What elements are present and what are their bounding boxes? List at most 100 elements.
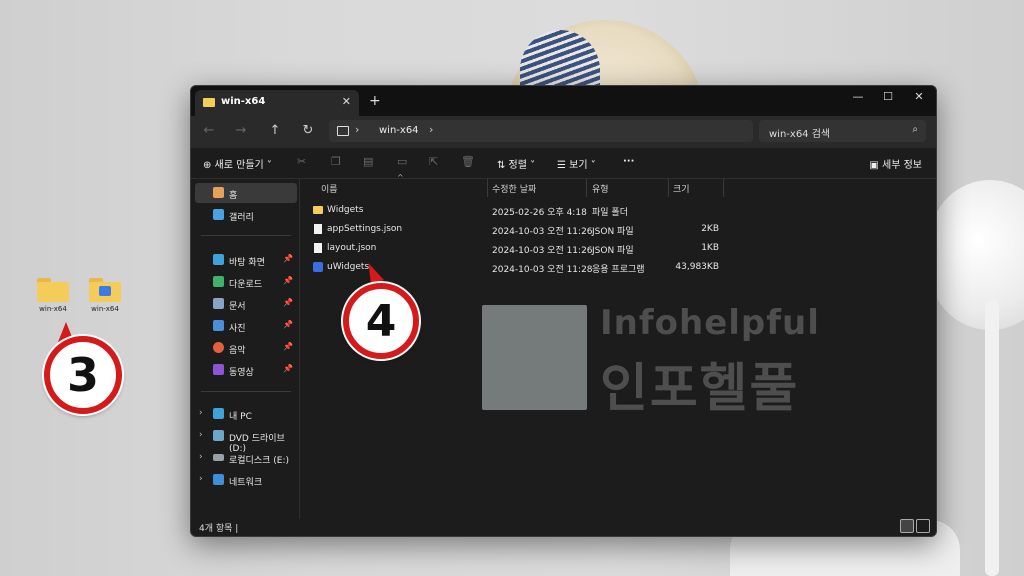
sidebar-item-dvd-drive[interactable]: › DVD 드라이브 (D:) (195, 426, 297, 454)
folder-icon (89, 278, 121, 302)
new-button[interactable]: ⊕ 새로 만들기 ˅ (203, 156, 272, 171)
sidebar-item-label: 사진 (229, 324, 246, 334)
column-header-size[interactable]: 크기 (671, 179, 724, 197)
file-row-layout[interactable]: layout.json 2024-10-03 오전 11:26 JSON 파일 … (301, 239, 935, 257)
step-4-callout: 4 (343, 283, 419, 359)
folder-icon (37, 278, 69, 302)
details-view-button[interactable] (900, 519, 914, 533)
desktop-folder-win-x64[interactable]: win-x64 (28, 278, 78, 313)
cut-icon[interactable]: ✂ (297, 155, 306, 168)
column-header-label: 이름 (321, 185, 338, 195)
breadcrumb-separator: › (429, 123, 434, 136)
file-row-uwidgets[interactable]: uWidgets 2024-10-03 오전 11:28 응용 프로그램 43,… (301, 258, 935, 276)
search-icon: ⌕ (912, 124, 918, 135)
navigation-pane: 홈 갤러리 바탕 화면 📌 다운로드 📌 문서 📌 사진 📌 음악 📌 동영상 … (191, 179, 300, 519)
dvd-drive-icon (213, 430, 224, 441)
address-bar[interactable]: › win-x64 › (329, 120, 753, 142)
new-tab-button[interactable]: + (369, 93, 381, 109)
pin-icon: 📌 (283, 320, 293, 329)
file-name: appSettings.json (327, 224, 403, 234)
minimize-button[interactable]: — (843, 90, 873, 103)
home-icon (213, 187, 224, 198)
column-header-type[interactable]: 유형 (590, 179, 669, 197)
step-3-callout: 3 (44, 336, 122, 414)
sort-button[interactable]: ⇅ 정렬 ˅ (497, 156, 535, 171)
app-icon (313, 262, 323, 272)
sidebar-item-label: 내 PC (229, 412, 252, 422)
copy-icon[interactable]: ❐ (331, 155, 341, 168)
file-size: 2KB (701, 224, 719, 234)
up-button[interactable]: ↑ (265, 123, 285, 138)
file-row-appsettings[interactable]: appSettings.json 2024-10-03 오전 11:26 JSO… (301, 220, 935, 238)
watermark-text-en: Infohelpful (600, 303, 820, 343)
view-button[interactable]: ☰ 보기 ˅ (557, 156, 596, 171)
sidebar-item-this-pc[interactable]: › 내 PC (195, 404, 297, 424)
forward-button[interactable]: → (231, 123, 251, 138)
column-header-date[interactable]: 수정한 날짜 (490, 179, 587, 197)
column-header-label: 유형 (592, 185, 609, 195)
paste-icon[interactable]: ▤ (363, 155, 373, 168)
refresh-button[interactable]: ↻ (298, 123, 318, 138)
share-icon[interactable]: ⇱ (429, 155, 438, 168)
sidebar-item-documents[interactable]: 문서 📌 (195, 294, 297, 314)
desktop-folder-win-x64-2[interactable]: win-x64 (80, 278, 130, 313)
tab-win-x64[interactable]: win-x64 ✕ (195, 90, 359, 116)
folder-icon (313, 206, 323, 214)
breadcrumb-win-x64[interactable]: win-x64 (379, 125, 419, 136)
tab-title: win-x64 (221, 96, 266, 107)
large-icons-view-button[interactable] (916, 519, 930, 533)
file-type: JSON 파일 (592, 227, 634, 237)
status-bar: 4개 항목 | (191, 518, 936, 536)
file-date: 2024-10-03 오전 11:26 (492, 227, 593, 237)
rename-icon[interactable]: ▭ (397, 155, 407, 168)
details-pane-button[interactable]: ▣ 세부 정보 (869, 156, 922, 171)
sidebar-item-local-disk[interactable]: › 로컬디스크 (E:) (195, 448, 297, 468)
file-date: 2024-10-03 오전 11:26 (492, 246, 593, 256)
sidebar-item-home[interactable]: 홈 (195, 183, 297, 203)
documents-icon (213, 298, 224, 309)
pin-icon: 📌 (283, 364, 293, 373)
chevron-right-icon[interactable]: › (199, 474, 203, 484)
sidebar-item-label: 네트워크 (229, 478, 263, 488)
maximize-button[interactable]: ☐ (873, 90, 903, 103)
column-header-name[interactable]: 이름 (321, 179, 488, 197)
back-button[interactable]: ← (199, 123, 219, 138)
pictures-icon (213, 320, 224, 331)
file-type: JSON 파일 (592, 246, 634, 256)
delete-icon[interactable]: 🗑 (461, 155, 475, 168)
background-lamp (930, 180, 1024, 330)
search-input[interactable]: win-x64 검색 ⌕ (759, 120, 926, 142)
column-header-label: 크기 (673, 185, 690, 195)
chevron-right-icon[interactable]: › (199, 452, 203, 462)
videos-icon (213, 364, 224, 375)
sidebar-item-label: 홈 (229, 191, 238, 201)
background-lamp-pole (985, 300, 999, 576)
sidebar-item-label: 바탕 화면 (229, 258, 265, 268)
more-options-button[interactable]: ··· (623, 156, 634, 167)
sidebar-item-gallery[interactable]: 갤러리 (195, 205, 297, 225)
file-date: 2024-10-03 오전 11:28 (492, 265, 593, 275)
command-bar: ⊕ 새로 만들기 ˅ ✂ ❐ ▤ ▭ ⇱ 🗑 ⇅ 정렬 ˅ ☰ 보기 ˅ ···… (191, 148, 936, 179)
file-type: 응용 프로그램 (592, 265, 645, 275)
watermark-logo (482, 305, 587, 410)
sidebar-item-label: 다운로드 (229, 280, 263, 290)
sidebar-item-network[interactable]: › 네트워크 (195, 470, 297, 490)
desktop-icon-label: win-x64 (91, 305, 119, 313)
item-count: 4개 항목 | (199, 524, 239, 534)
file-size: 43,983KB (675, 262, 719, 272)
chevron-right-icon[interactable]: › (199, 430, 203, 440)
sidebar-item-downloads[interactable]: 다운로드 📌 (195, 272, 297, 292)
file-row-widgets[interactable]: Widgets 2025-02-26 오후 4:18 파일 폴더 (301, 201, 935, 219)
file-size: 1KB (701, 243, 719, 253)
sidebar-item-music[interactable]: 음악 📌 (195, 338, 297, 358)
tab-close-button[interactable]: ✕ (342, 95, 351, 108)
search-placeholder: win-x64 검색 (769, 129, 831, 140)
close-button[interactable]: ✕ (904, 90, 934, 103)
pc-icon (337, 126, 349, 136)
sidebar-item-pictures[interactable]: 사진 📌 (195, 316, 297, 336)
file-icon (314, 224, 322, 234)
file-date: 2025-02-26 오후 4:18 (492, 208, 587, 218)
sidebar-item-desktop[interactable]: 바탕 화면 📌 (195, 250, 297, 270)
chevron-right-icon[interactable]: › (199, 408, 203, 418)
sidebar-item-videos[interactable]: 동영상 📌 (195, 360, 297, 380)
